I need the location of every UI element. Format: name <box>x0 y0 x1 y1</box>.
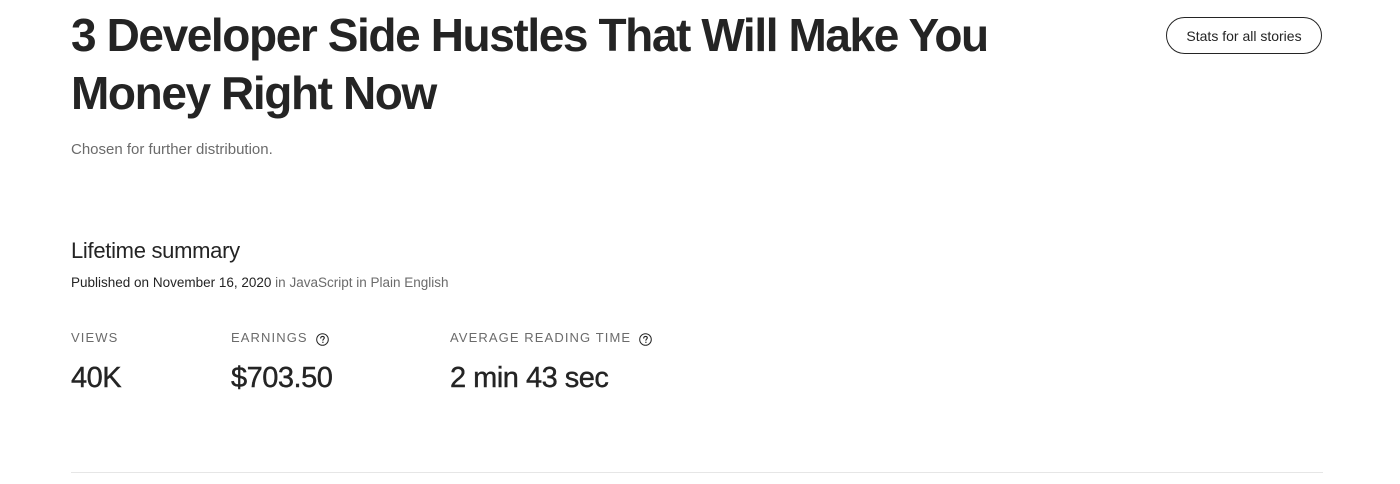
help-circle-icon[interactable] <box>639 332 652 346</box>
average-reading-time-label: AVERAGE READING TIME <box>450 329 632 345</box>
story-title: 3 Developer Side Hustles That Will Make … <box>71 9 989 119</box>
metric-label: EARNINGS <box>231 328 332 346</box>
metric-views: VIEWS 40K <box>71 328 122 395</box>
story-stats-page: 3 Developer Side Hustles That Will Make … <box>0 0 1400 484</box>
published-line: Published on November 16, 2020 in JavaSc… <box>71 275 449 290</box>
distribution-note: Chosen for further distribution. <box>71 141 273 158</box>
metric-label: VIEWS <box>71 328 121 346</box>
stats-for-all-stories-button[interactable]: Stats for all stories <box>1166 17 1322 54</box>
views-label: VIEWS <box>71 329 119 345</box>
views-value: 40K <box>71 362 122 394</box>
earnings-value: $703.50 <box>231 362 333 394</box>
section-divider <box>71 472 1323 473</box>
publication-link[interactable]: JavaScript in Plain English <box>289 275 448 290</box>
average-reading-time-value: 2 min 43 sec <box>450 362 609 394</box>
lifetime-summary-heading: Lifetime summary <box>71 238 240 263</box>
earnings-label: EARNINGS <box>231 329 308 345</box>
publication-connector: in <box>275 275 286 290</box>
metric-label: AVERAGE READING TIME <box>450 328 652 346</box>
help-circle-icon[interactable] <box>315 332 329 346</box>
metric-earnings: EARNINGS $703.50 <box>231 328 333 395</box>
published-prefix: Published on <box>71 275 150 290</box>
metric-average-reading-time: AVERAGE READING TIME 2 min 43 sec <box>450 328 652 395</box>
published-date: November 16, 2020 <box>152 275 272 290</box>
